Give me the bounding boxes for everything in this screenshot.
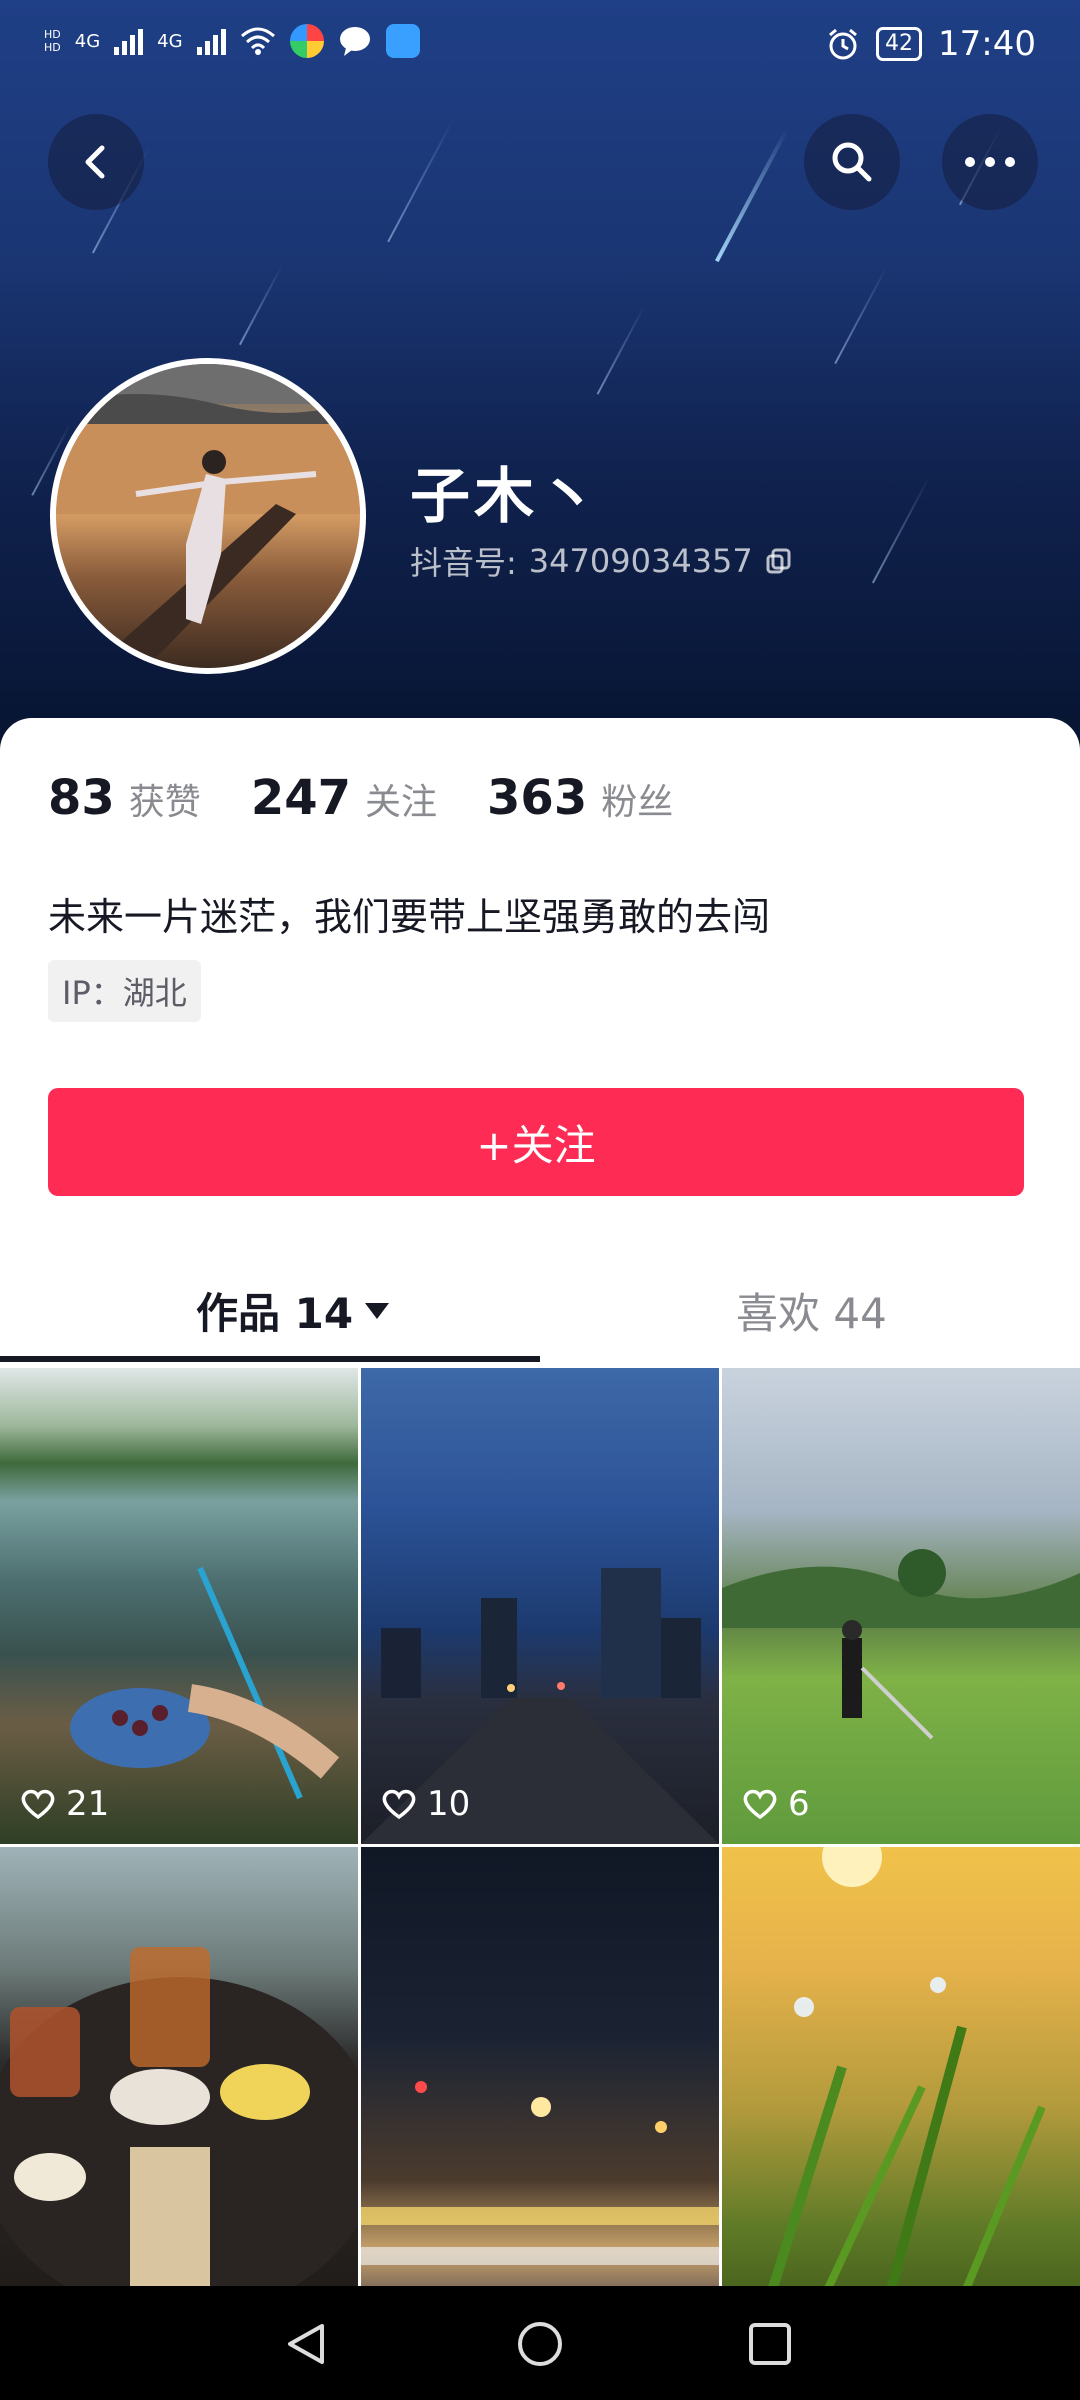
signal-2-icon <box>196 27 226 55</box>
caret-down-icon[interactable] <box>363 1301 391 1321</box>
battery-indicator: 42 <box>876 27 923 61</box>
status-left: HD HD 4G 4G <box>44 24 420 58</box>
video-thumbnail[interactable]: 10 <box>361 1368 719 1844</box>
heart-outline-icon <box>743 1789 777 1820</box>
search-icon <box>832 142 872 182</box>
content-tabs: 作品 14 喜欢 44 <box>0 1250 1080 1362</box>
search-button[interactable] <box>804 114 900 210</box>
heart-outline-icon <box>382 1789 416 1820</box>
copy-icon[interactable] <box>765 547 793 575</box>
nav-recents-icon[interactable] <box>746 2320 794 2368</box>
tab-works[interactable]: 作品 14 <box>196 1280 391 1341</box>
app-notification-icon <box>289 24 324 58</box>
like-count: 21 <box>20 1784 109 1824</box>
network-type-2: 4G <box>157 30 183 52</box>
more-button[interactable] <box>942 114 1038 210</box>
thumbnail-image <box>70 1566 340 1800</box>
video-thumbnail[interactable]: 6 <box>722 1368 1080 1844</box>
douyin-id-label: 抖音号: <box>410 544 517 582</box>
followers-count[interactable]: 363 <box>487 770 587 826</box>
stats-row: 83 获赞 247 关注 363 粉丝 <box>48 770 709 826</box>
thumbnail-image <box>361 1568 719 1844</box>
thumbnail-image <box>722 1549 1080 1740</box>
followers-label[interactable]: 粉丝 <box>601 773 673 825</box>
status-right: 42 17:40 <box>826 24 1036 64</box>
tab-likes-label: 喜欢 44 <box>736 1289 887 1338</box>
likes-received-count[interactable]: 83 <box>48 770 115 826</box>
following-count[interactable]: 247 <box>251 770 351 826</box>
thumbnail-image <box>0 1947 358 2317</box>
system-navigation-bar <box>0 2286 1080 2400</box>
clock: 17:40 <box>938 24 1036 64</box>
cloud-app-icon <box>385 24 420 58</box>
sim-indicator: HD HD <box>44 28 61 54</box>
tab-likes[interactable]: 喜欢 44 <box>736 1280 887 1341</box>
thumbnail-image <box>757 1847 1046 2323</box>
avatar[interactable] <box>50 358 366 674</box>
avatar-photo <box>56 364 360 668</box>
thumbnail-image <box>361 2081 719 2305</box>
message-icon <box>339 27 370 56</box>
profile-screen: HD HD 4G 4G 42 17:40 子木丶 抖音号: 3470903435… <box>0 0 1080 2400</box>
follow-button[interactable]: +关注 <box>48 1088 1024 1196</box>
video-grid: 21 10 6 <box>0 1368 1080 2323</box>
nav-home-icon[interactable] <box>516 2320 564 2368</box>
tab-works-label: 作品 14 <box>196 1289 354 1338</box>
network-type-1: 4G <box>74 30 101 52</box>
chevron-left-icon <box>85 145 105 179</box>
following-label[interactable]: 关注 <box>365 773 437 825</box>
back-button[interactable] <box>48 114 144 210</box>
video-thumbnail[interactable]: 12 <box>361 1847 719 2323</box>
wifi-icon <box>240 27 275 55</box>
active-tab-indicator <box>0 1356 540 1362</box>
heart-outline-icon <box>21 1789 55 1820</box>
like-count: 10 <box>381 1784 470 1824</box>
douyin-id-value: 34709034357 <box>528 542 753 580</box>
more-dots-icon <box>965 157 1015 167</box>
profile-bio: 未来一片迷茫，我们要带上坚强勇敢的去闯 <box>48 895 771 939</box>
ip-location-badge: IP：湖北 <box>48 960 201 1022</box>
douyin-id[interactable]: 抖音号: 34709034357 <box>410 538 793 584</box>
like-count: 6 <box>742 1784 810 1824</box>
profile-name: 子木丶 <box>410 462 602 532</box>
status-bar: HD HD 4G 4G 42 17:40 <box>0 0 1080 96</box>
signal-1-icon <box>114 27 144 55</box>
likes-received-label[interactable]: 获赞 <box>129 773 201 825</box>
video-thumbnail[interactable]: 2 <box>0 1847 358 2323</box>
nav-back-icon[interactable] <box>282 2320 330 2368</box>
alarm-icon <box>829 28 857 60</box>
video-thumbnail[interactable]: 7 <box>722 1847 1080 2323</box>
video-thumbnail[interactable]: 21 <box>0 1368 358 1844</box>
